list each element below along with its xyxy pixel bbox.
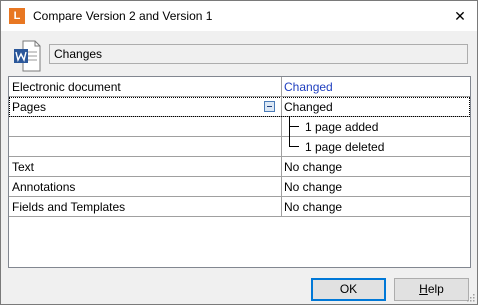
compare-dialog: L Compare Version 2 and Version 1 ✕ Chan…	[0, 0, 478, 305]
row-text[interactable]: Text No change	[9, 157, 470, 177]
column-divider	[281, 177, 282, 196]
row-fields-and-templates[interactable]: Fields and Templates No change	[9, 197, 470, 217]
row-value: No change	[284, 200, 343, 214]
row-electronic-document[interactable]: Electronic document Changed	[9, 77, 470, 97]
row-label: Pages	[12, 100, 47, 114]
row-value: No change	[284, 180, 343, 194]
close-button[interactable]: ✕	[443, 1, 477, 31]
help-mnemonic: H	[419, 282, 428, 296]
tree-connector-line	[289, 126, 299, 127]
column-divider	[281, 157, 282, 176]
row-label: Annotations	[12, 180, 76, 194]
column-divider	[281, 97, 282, 116]
tree-connector-line	[289, 117, 290, 137]
row-value: 1 page added	[305, 120, 379, 134]
row-label: Electronic document	[12, 80, 121, 94]
row-value-link[interactable]: Changed	[284, 80, 333, 94]
column-divider	[281, 117, 282, 136]
row-page-added[interactable]: 1 page added	[9, 117, 470, 137]
ok-button[interactable]: OK	[311, 278, 386, 301]
row-label: Fields and Templates	[12, 200, 126, 214]
window-title: Compare Version 2 and Version 1	[33, 9, 213, 23]
row-value: 1 page deleted	[305, 140, 385, 154]
changes-summary-field: Changes	[49, 44, 468, 64]
title-bar: L Compare Version 2 and Version 1 ✕	[1, 1, 477, 31]
app-logo-icon: L	[9, 8, 25, 24]
row-value: Changed	[284, 100, 333, 114]
resize-grip-icon[interactable]	[465, 292, 475, 302]
tree-connector-line	[289, 146, 299, 147]
column-divider	[281, 77, 282, 96]
help-label-rest: elp	[427, 282, 444, 296]
column-divider	[281, 197, 282, 216]
changes-summary-label: Changes	[54, 47, 103, 61]
row-page-deleted[interactable]: 1 page deleted	[9, 137, 470, 157]
word-document-icon	[14, 40, 41, 72]
row-value: No change	[284, 160, 343, 174]
row-label: Text	[12, 160, 35, 174]
row-annotations[interactable]: Annotations No change	[9, 177, 470, 197]
comparison-grid[interactable]: Electronic document Changed Pages Change…	[8, 76, 471, 268]
help-button[interactable]: Help	[394, 278, 469, 301]
row-pages[interactable]: Pages Changed	[9, 97, 470, 117]
collapse-icon[interactable]	[264, 101, 275, 112]
column-divider	[281, 137, 282, 156]
